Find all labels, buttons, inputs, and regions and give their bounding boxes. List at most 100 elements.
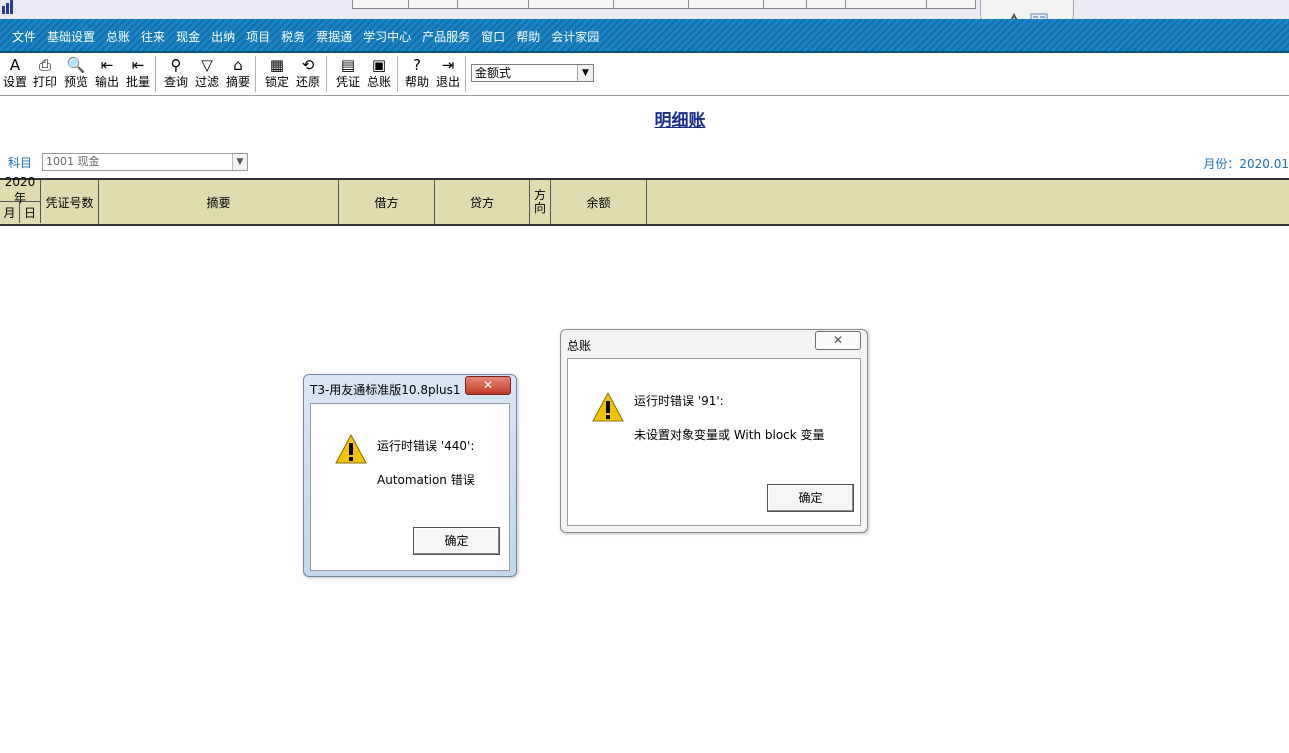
- voucher-icon: ▤: [340, 56, 356, 74]
- menu-item[interactable]: 会计家园: [551, 28, 599, 45]
- preview-icon: 🔍: [66, 56, 86, 74]
- print-button[interactable]: ⎙ 打印: [31, 55, 59, 93]
- filter-icon: ▽: [201, 56, 213, 74]
- summary-label: 摘要: [225, 75, 250, 89]
- top-strip: [0, 0, 1289, 34]
- col-debit: 借方: [339, 180, 435, 224]
- lock-icon: ▦: [269, 56, 285, 74]
- filter-label: 过滤: [194, 75, 219, 89]
- menu-item[interactable]: 窗口: [481, 28, 505, 45]
- filter-button[interactable]: ▽ 过滤: [193, 55, 221, 93]
- period-label: 月份：2020.01: [1203, 157, 1289, 171]
- lock-button[interactable]: ▦ 锁定: [263, 55, 291, 93]
- dialog-title: T3-用友通标准版10.8plus1: [310, 383, 461, 397]
- menu-item[interactable]: 项目: [246, 28, 270, 45]
- batch-button[interactable]: ⇤ 批量: [124, 55, 152, 93]
- subject-label: 科目: [8, 156, 33, 170]
- document-tab-strip[interactable]: [352, 0, 976, 9]
- toolbar-separator: [465, 56, 466, 92]
- menu-item[interactable]: 帮助: [516, 28, 540, 45]
- grid-header: 2020年 月 日 凭证号数 摘要 借方 贷方 方向 余额: [0, 175, 1289, 226]
- help-label: 帮助: [404, 75, 429, 89]
- error-code-text: 运行时错误 '440':: [377, 439, 475, 453]
- menu-item[interactable]: 出纳: [211, 28, 235, 45]
- export-label: 输出: [94, 75, 119, 89]
- preview-label: 预览: [63, 75, 88, 89]
- col-voucher-no: 凭证号数: [41, 180, 99, 224]
- menu-item[interactable]: 产品服务: [422, 28, 470, 45]
- toolbar-separator: [326, 56, 327, 92]
- error-message-text: Automation 错误: [377, 473, 475, 487]
- chevron-down-icon[interactable]: ▼: [577, 65, 593, 81]
- subject-select[interactable]: 1001 现金 ▼: [42, 153, 248, 171]
- menu-item[interactable]: 税务: [281, 28, 305, 45]
- query-label: 查询: [163, 75, 188, 89]
- ok-button[interactable]: 确定: [413, 527, 500, 555]
- close-icon: ✕: [832, 333, 844, 347]
- voucher-button[interactable]: ▤ 凭证: [334, 55, 362, 93]
- col-month: 月: [0, 202, 20, 223]
- app-icon: [2, 0, 13, 14]
- voucher-label: 凭证: [335, 75, 360, 89]
- toolbar-separator: [255, 56, 256, 92]
- error-dialog-ledger: 总账 ✕ 运行时错误 '91': 未设置对象变量或 With block 变量 …: [560, 329, 868, 533]
- menu-list: 文件 基础设置 总账 往来 现金 出纳 项目 税务 票据通 学习中心 产品服务 窗口 帮助 会计家园: [12, 28, 610, 45]
- close-icon: ✕: [482, 378, 494, 392]
- error-message-text: 未设置对象变量或 With block 变量: [634, 428, 825, 442]
- export-icon: ⇤: [100, 56, 114, 74]
- restore-button[interactable]: ⟲ 还原: [294, 55, 322, 93]
- ledger-icon: ▣: [371, 56, 387, 74]
- ok-button[interactable]: 确定: [767, 484, 854, 512]
- close-button[interactable]: ✕: [465, 376, 511, 395]
- dialog-title: 总账: [567, 339, 592, 353]
- menu-bar: 文件 基础设置 总账 往来 现金 出纳 项目 税务 票据通 学习中心 产品服务 窗口 帮助 会计家园: [0, 19, 1289, 53]
- dialog-body: 运行时错误 '91': 未设置对象变量或 With block 变量 确定: [567, 358, 861, 526]
- menu-item[interactable]: 现金: [176, 28, 200, 45]
- menu-item[interactable]: 票据通: [316, 28, 352, 45]
- settings-icon: A: [9, 56, 21, 74]
- error-code-text: 运行时错误 '91':: [634, 394, 724, 408]
- ledger-button[interactable]: ▣ 总账: [365, 55, 393, 93]
- menu-item[interactable]: 文件: [12, 28, 36, 45]
- print-label: 打印: [32, 75, 57, 89]
- exit-icon: ⇥: [441, 56, 455, 74]
- col-day: 日: [20, 202, 41, 223]
- report-title: 明细账: [654, 111, 706, 131]
- warning-icon: [592, 392, 624, 422]
- export-button[interactable]: ⇤ 输出: [93, 55, 121, 93]
- summary-button[interactable]: ⌂ 摘要: [224, 55, 252, 93]
- toolbar-separator: [155, 56, 156, 92]
- col-summary: 摘要: [99, 180, 339, 224]
- col-credit: 贷方: [435, 180, 530, 224]
- summary-icon: ⌂: [233, 56, 243, 74]
- restore-icon: ⟲: [301, 56, 315, 74]
- settings-button[interactable]: A 设置: [1, 55, 29, 93]
- preview-button[interactable]: 🔍 预览: [62, 55, 90, 93]
- chevron-down-icon[interactable]: ▼: [232, 154, 247, 170]
- format-select[interactable]: 金额式 ▼: [471, 64, 594, 82]
- settings-label: 设置: [2, 75, 27, 89]
- close-button[interactable]: ✕: [815, 331, 861, 350]
- subject-select-value: 1001 现金: [46, 155, 100, 168]
- col-direction: 方向: [530, 180, 551, 224]
- toolbar: A 设置 ⎙ 打印 🔍 预览 ⇤ 输出 ⇤ 批量 ⚲ 查询 ▽ 过滤 ⌂ 摘要 ▦ 锁定 ⟲ 还原 ▤ 凭证 ▣ 总账? 帮助 ⇥…: [0, 53, 1289, 96]
- query-icon: ⚲: [170, 56, 182, 74]
- batch-label: 批量: [125, 75, 150, 89]
- col-year: 2020年: [0, 175, 41, 205]
- menu-item[interactable]: 总账: [106, 28, 130, 45]
- warning-icon: [335, 434, 367, 464]
- exit-button[interactable]: ⇥ 退出: [434, 55, 462, 93]
- toolbar-separator: [397, 56, 398, 92]
- menu-item[interactable]: 学习中心: [363, 28, 411, 45]
- dialog-body: 运行时错误 '440': Automation 错误 确定: [310, 403, 510, 571]
- batch-icon: ⇤: [131, 56, 145, 74]
- lock-label: 锁定: [264, 75, 289, 89]
- restore-label: 还原: [295, 75, 320, 89]
- help-icon: ?: [413, 56, 421, 74]
- query-button[interactable]: ⚲ 查询: [162, 55, 190, 93]
- help-button[interactable]: ? 帮助: [403, 55, 431, 93]
- menu-item[interactable]: 往来: [141, 28, 165, 45]
- ledger-label: 总账: [366, 75, 391, 89]
- format-select-value: 金额式: [475, 66, 512, 80]
- menu-item[interactable]: 基础设置: [47, 28, 95, 45]
